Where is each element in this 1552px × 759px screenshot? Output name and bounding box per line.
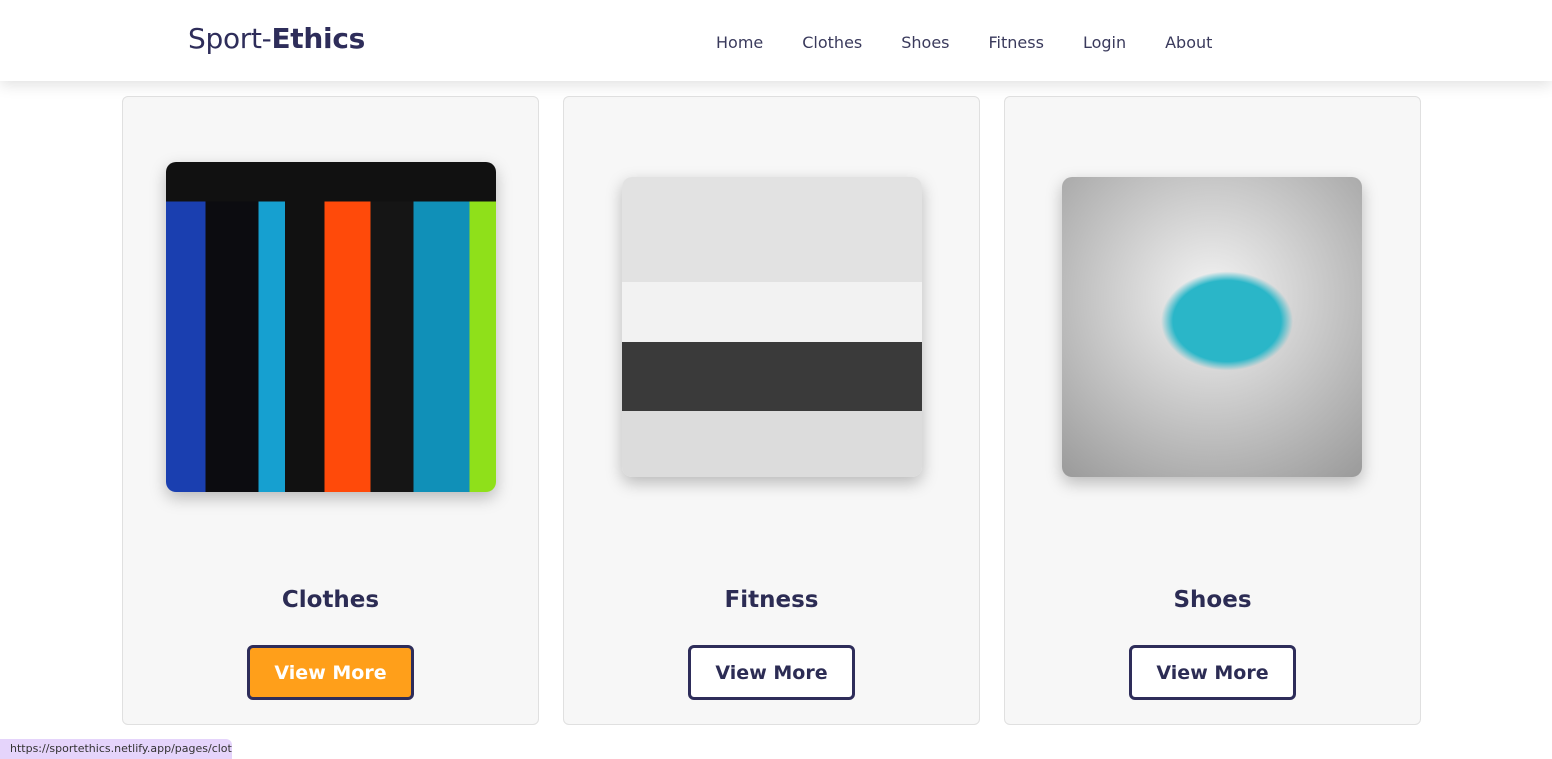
site-header: Sport-Ethics Home Clothes Shoes Fitness … [0,0,1552,81]
view-more-button[interactable]: View More [247,645,414,700]
nav-shoes[interactable]: Shoes [901,33,949,52]
card-clothes: Clothes View More [122,96,539,725]
logo-text-bold: Ethics [271,22,365,55]
nav-fitness[interactable]: Fitness [989,33,1044,52]
fitness-image [622,177,922,477]
nav-clothes[interactable]: Clothes [802,33,862,52]
main-nav: Home Clothes Shoes Fitness Login About [716,33,1251,52]
view-more-button[interactable]: View More [1129,645,1296,700]
clothes-image [166,162,496,492]
view-more-button[interactable]: View More [688,645,855,700]
nav-login[interactable]: Login [1083,33,1126,52]
status-bar-url: https://sportethics.netlify.app/pages/cl… [0,739,232,759]
card-title: Clothes [281,587,380,613]
logo[interactable]: Sport-Ethics [188,22,365,55]
card-title: Fitness [724,587,819,613]
card-fitness: Fitness View More [563,96,980,725]
shoes-image [1062,177,1362,477]
nav-home[interactable]: Home [716,33,763,52]
nav-about[interactable]: About [1165,33,1212,52]
card-title: Shoes [1173,587,1252,613]
logo-text-light: Sport- [188,22,272,55]
card-shoes: Shoes View More [1004,96,1421,725]
